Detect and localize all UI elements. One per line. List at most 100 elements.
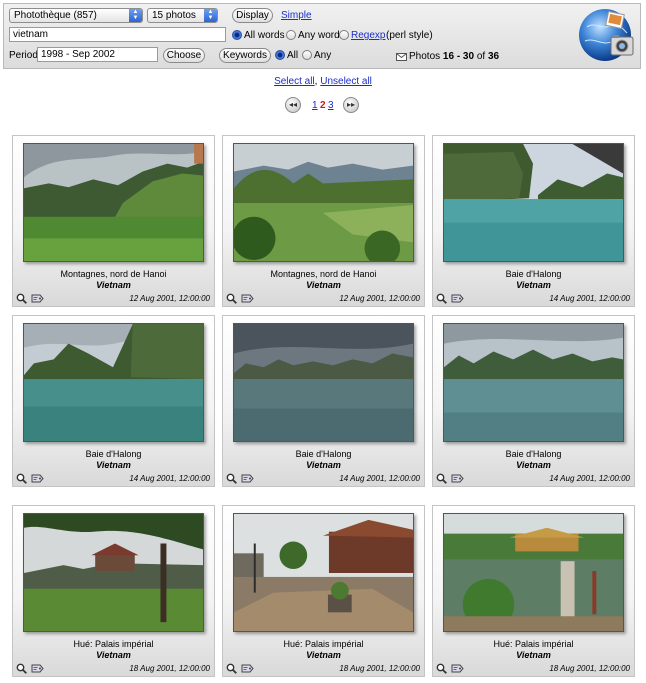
photo-title: Baie d'Halong (85, 449, 142, 459)
photo-card[interactable]: Baie d'Halong Vietnam 14 Aug 2001, 12:00:0… (432, 315, 635, 487)
keyword-tag-icon[interactable] (241, 294, 254, 303)
keyword-tag-icon[interactable] (451, 664, 464, 673)
per-page-select[interactable]: 15 photos ▲ ▼ (147, 8, 218, 23)
page-1-link[interactable]: 1 (312, 100, 318, 111)
photo-globe-logo (577, 7, 639, 65)
photo-thumbnail[interactable] (233, 513, 414, 632)
summary-of: of (476, 51, 486, 62)
photo-title: Montagnes, nord de Hanoi (270, 269, 377, 279)
any-word-label: Any word (298, 30, 340, 41)
keywords-all-label: All (287, 50, 299, 61)
photo-place: Vietnam (516, 280, 551, 290)
photo-title: Hué: Palais impérial (283, 639, 364, 649)
keyword-tag-icon[interactable] (451, 474, 464, 483)
photo-place: Vietnam (306, 460, 341, 470)
photo-card[interactable]: Hué: Palais impérial Vietnam 18 Aug 2001, … (222, 505, 425, 677)
regexp-link[interactable]: Regexp (351, 30, 385, 42)
photo-date: 14 Aug 2001, 12:00:00 (129, 474, 210, 483)
photo-title: Baie d'Halong (505, 449, 562, 459)
simple-link[interactable]: Simple (281, 10, 312, 22)
photo-date: 12 Aug 2001, 12:00:00 (339, 294, 420, 303)
photo-thumbnail[interactable] (443, 143, 624, 262)
photo-thumbnail[interactable] (23, 513, 204, 632)
photo-date: 12 Aug 2001, 12:00:00 (129, 294, 210, 303)
photo-thumbnail[interactable] (23, 143, 204, 262)
photo-thumbnail[interactable] (233, 323, 414, 442)
photo-place: Vietnam (306, 280, 341, 290)
photo-thumbnail[interactable] (443, 323, 624, 442)
photo-card[interactable]: Montagnes, nord de Hanoi Vietnam 12 Aug 20… (222, 135, 425, 307)
next-page-icon[interactable]: ▸▸ (343, 97, 359, 113)
summary-total: 36 (487, 51, 500, 62)
results-summary: Photos 16 - 30 of 36 (409, 51, 499, 63)
select-all-link[interactable]: Select all (274, 76, 315, 87)
choose-button[interactable]: Choose (163, 48, 205, 63)
regexp-radio[interactable] (339, 30, 349, 40)
keywords-all-radio[interactable] (275, 50, 285, 60)
keyword-tag-icon[interactable] (31, 474, 44, 483)
keyword-tag-icon[interactable] (451, 294, 464, 303)
period-label: Period (9, 50, 38, 61)
photo-thumbnail[interactable] (233, 143, 414, 262)
page-3-link[interactable]: 3 (328, 100, 334, 111)
photo-card[interactable]: Hué: Palais impérial Vietnam 18 Aug 2001, … (432, 505, 635, 677)
photo-card[interactable]: Hué: Palais impérial Vietnam 18 Aug 2001, … (12, 505, 215, 677)
photo-card[interactable]: Baie d'Halong Vietnam 14 Aug 2001, 12:00:0… (12, 315, 215, 487)
photo-date: 14 Aug 2001, 12:00:00 (549, 294, 630, 303)
unselect-all-link[interactable]: Unselect all (320, 76, 372, 87)
photo-place: Vietnam (306, 650, 341, 660)
summary-prefix: Photos (409, 51, 441, 62)
album-select[interactable]: Photothèque (857) ▲ ▼ (9, 8, 143, 23)
selection-separator: , (314, 76, 318, 87)
search-input[interactable]: vietnam (9, 27, 226, 42)
period-field[interactable]: 1998 - Sep 2002 (37, 47, 158, 62)
photo-place: Vietnam (516, 460, 551, 470)
photo-title: Hué: Palais impérial (493, 639, 574, 649)
per-page-value: 15 photos (152, 10, 196, 21)
photo-place: Vietnam (96, 460, 131, 470)
magnifier-icon[interactable] (226, 473, 237, 484)
photo-title: Montagnes, nord de Hanoi (60, 269, 167, 279)
photo-title: Hué: Palais impérial (73, 639, 154, 649)
magnifier-icon[interactable] (436, 663, 447, 674)
keyword-tag-icon[interactable] (31, 294, 44, 303)
keywords-any-label: Any (314, 50, 332, 61)
select-arrows-icon: ▲ ▼ (204, 9, 217, 22)
keyword-tag-icon[interactable] (31, 664, 44, 673)
previous-page-icon[interactable]: ◂◂ (285, 97, 301, 113)
keywords-button[interactable]: Keywords (219, 48, 271, 63)
keyword-tag-icon[interactable] (241, 474, 254, 483)
regexp-note: (perl style) (386, 30, 433, 41)
photo-thumbnail[interactable] (23, 323, 204, 442)
photo-date: 14 Aug 2001, 12:00:00 (549, 474, 630, 483)
photo-date: 18 Aug 2001, 12:00:00 (339, 664, 420, 673)
keywords-any-radio[interactable] (302, 50, 312, 60)
magnifier-icon[interactable] (226, 663, 237, 674)
any-word-radio[interactable] (286, 30, 296, 40)
photo-card[interactable]: Montagnes, nord de Hanoi Vietnam 12 Aug 20… (12, 135, 215, 307)
selection-links: Select all, Unselect all (0, 76, 646, 87)
magnifier-icon[interactable] (436, 473, 447, 484)
magnifier-icon[interactable] (16, 473, 27, 484)
photo-date: 14 Aug 2001, 12:00:00 (339, 474, 420, 483)
all-words-label: All words (244, 30, 285, 41)
all-words-radio[interactable] (232, 30, 242, 40)
photo-place: Vietnam (96, 650, 131, 660)
magnifier-icon[interactable] (226, 293, 237, 304)
keyword-tag-icon[interactable] (241, 664, 254, 673)
pager: ◂◂ 1 2 3 ▸▸ (285, 97, 361, 115)
photo-place: Vietnam (96, 280, 131, 290)
magnifier-icon[interactable] (16, 293, 27, 304)
page-2-current: 2 (320, 100, 326, 111)
album-select-value: Photothèque (857) (14, 10, 97, 21)
display-button[interactable]: Display (232, 8, 273, 23)
photo-card[interactable]: Baie d'Halong Vietnam 14 Aug 2001, 12:00:0… (432, 135, 635, 307)
select-arrows-icon: ▲ ▼ (129, 9, 142, 22)
photo-title: Baie d'Halong (505, 269, 562, 279)
photo-card[interactable]: Baie d'Halong Vietnam 14 Aug 2001, 12:00:0… (222, 315, 425, 487)
summary-range: 16 - 30 (442, 51, 475, 62)
magnifier-icon[interactable] (436, 293, 447, 304)
photo-thumbnail[interactable] (443, 513, 624, 632)
magnifier-icon[interactable] (16, 663, 27, 674)
search-panel: Photothèque (857) ▲ ▼ 15 photos ▲ ▼ Displa… (3, 3, 641, 69)
